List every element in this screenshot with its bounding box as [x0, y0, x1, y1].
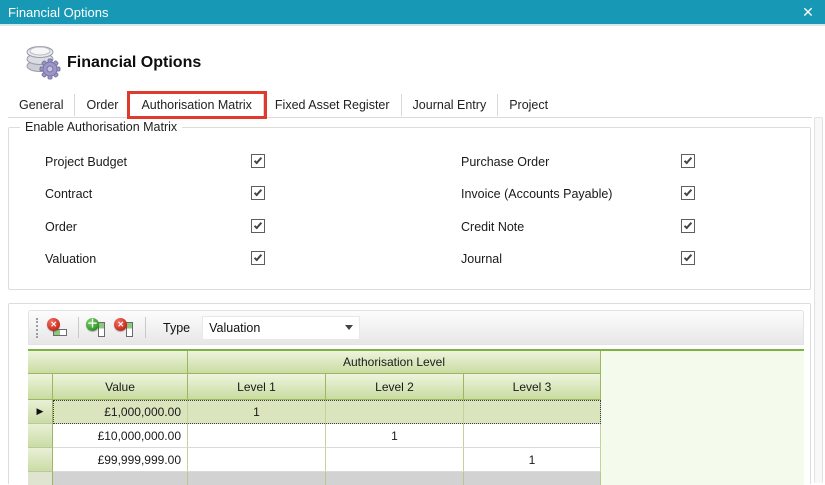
cell-value[interactable]: £99,999,999.00 [53, 448, 188, 472]
window-titlebar: Financial Options ✕ [0, 0, 825, 26]
type-dropdown[interactable]: Valuation [202, 316, 360, 340]
checkbox-journal[interactable] [681, 251, 695, 265]
checkbox-project-budget[interactable] [251, 154, 265, 168]
header-level-3[interactable]: Level 3 [464, 374, 601, 400]
tab-authorisation-matrix[interactable]: Authorisation Matrix [130, 94, 263, 116]
delete-level-icon[interactable] [113, 316, 139, 340]
right-edge-scroll-strip [814, 117, 823, 483]
tab-project[interactable]: Project [498, 94, 559, 116]
tab-strip: General Order Authorisation Matrix Fixed… [8, 93, 559, 117]
header-value[interactable]: Value [53, 374, 188, 400]
check-icon [254, 253, 262, 262]
cell-level-3[interactable] [464, 400, 601, 424]
check-icon [254, 156, 262, 165]
red-x-glyph [114, 318, 127, 331]
cell-value[interactable]: £10,000,000.00 [53, 424, 188, 448]
header-blank-cell [28, 351, 188, 374]
cell-value [53, 472, 188, 485]
check-icon [254, 188, 262, 197]
cell-level-3[interactable]: 1 [464, 448, 601, 472]
grid-header-row: Value Level 1 Level 2 Level 3 [28, 374, 804, 400]
type-dropdown-value: Valuation [209, 321, 345, 335]
check-icon [684, 156, 692, 165]
tab-order[interactable]: Order [75, 94, 130, 116]
cell-level-2[interactable] [326, 448, 464, 472]
checkbox-contract[interactable] [251, 186, 265, 200]
cell-level-1[interactable] [188, 448, 326, 472]
label-order: Order [45, 220, 77, 234]
checkbox-credit-note[interactable] [681, 219, 695, 233]
table-new-row[interactable] [28, 472, 804, 485]
row-selector-cell[interactable] [28, 448, 53, 472]
cell-level-2[interactable]: 1 [326, 424, 464, 448]
checkbox-order[interactable] [251, 219, 265, 233]
green-plus-glyph [86, 318, 99, 331]
tab-general[interactable]: General [8, 94, 75, 116]
tab-journal-entry[interactable]: Journal Entry [402, 94, 499, 116]
cell-value[interactable]: £1,000,000.00 [53, 400, 188, 424]
cell-level-1 [188, 472, 326, 485]
tab-fixed-asset-register[interactable]: Fixed Asset Register [264, 94, 402, 116]
check-icon [684, 253, 692, 262]
toolbar-separator [78, 317, 79, 338]
current-row-indicator[interactable]: ▶ [28, 400, 53, 424]
coins-gear-icon [25, 42, 63, 80]
toolbar-grip[interactable] [36, 318, 38, 338]
authorisation-matrix-grid: Authorisation Level Value Level 1 Level … [28, 349, 804, 485]
table-row[interactable]: £99,999,999.00 1 [28, 448, 804, 472]
header-authorisation-level: Authorisation Level [188, 351, 601, 374]
header-level-2[interactable]: Level 2 [326, 374, 464, 400]
cell-level-3 [464, 472, 601, 485]
page-title: Financial Options [67, 54, 201, 72]
label-purchase-order: Purchase Order [461, 155, 549, 169]
add-level-icon[interactable] [85, 316, 111, 340]
enable-authorisation-matrix-group: Enable Authorisation Matrix Project Budg… [8, 127, 811, 290]
header-level-1[interactable]: Level 1 [188, 374, 326, 400]
cell-level-1[interactable]: 1 [188, 400, 326, 424]
red-x-glyph [47, 318, 60, 331]
checkbox-purchase-order[interactable] [681, 154, 695, 168]
label-contract: Contract [45, 187, 92, 201]
label-journal: Journal [461, 252, 502, 266]
row-selector-cell [28, 472, 53, 485]
cell-level-1[interactable] [188, 424, 326, 448]
group-title: Enable Authorisation Matrix [20, 120, 182, 134]
chevron-down-icon [345, 325, 353, 330]
type-label: Type [163, 321, 190, 335]
row-marker-icon: ▶ [37, 406, 44, 417]
table-row[interactable]: £10,000,000.00 1 [28, 424, 804, 448]
grid-header-group-row: Authorisation Level [28, 351, 804, 374]
label-project-budget: Project Budget [45, 155, 127, 169]
delete-row-icon[interactable] [46, 316, 72, 340]
check-icon [684, 188, 692, 197]
column-bar-glyph [98, 322, 105, 337]
checkbox-valuation[interactable] [251, 251, 265, 265]
cell-level-2[interactable] [326, 400, 464, 424]
label-credit-note: Credit Note [461, 220, 524, 234]
tab-strip-divider [8, 117, 812, 118]
window-title: Financial Options [0, 5, 791, 20]
check-icon [684, 221, 692, 230]
cell-level-3[interactable] [464, 424, 601, 448]
check-icon [254, 221, 262, 230]
column-bar-glyph [126, 322, 133, 337]
label-valuation: Valuation [45, 252, 96, 266]
label-invoice-accounts-payable: Invoice (Accounts Payable) [461, 187, 612, 201]
close-icon[interactable]: ✕ [791, 0, 825, 24]
toolbar-separator [145, 317, 146, 338]
checkbox-invoice-accounts-payable[interactable] [681, 186, 695, 200]
row-selector-cell[interactable] [28, 424, 53, 448]
header-rowselector-cell [28, 374, 53, 400]
matrix-toolbar: Type Valuation [28, 310, 804, 345]
cell-level-2 [326, 472, 464, 485]
authorisation-matrix-panel: Type Valuation Authorisation Level Value… [8, 303, 811, 484]
table-row[interactable]: ▶ £1,000,000.00 1 [28, 400, 804, 424]
